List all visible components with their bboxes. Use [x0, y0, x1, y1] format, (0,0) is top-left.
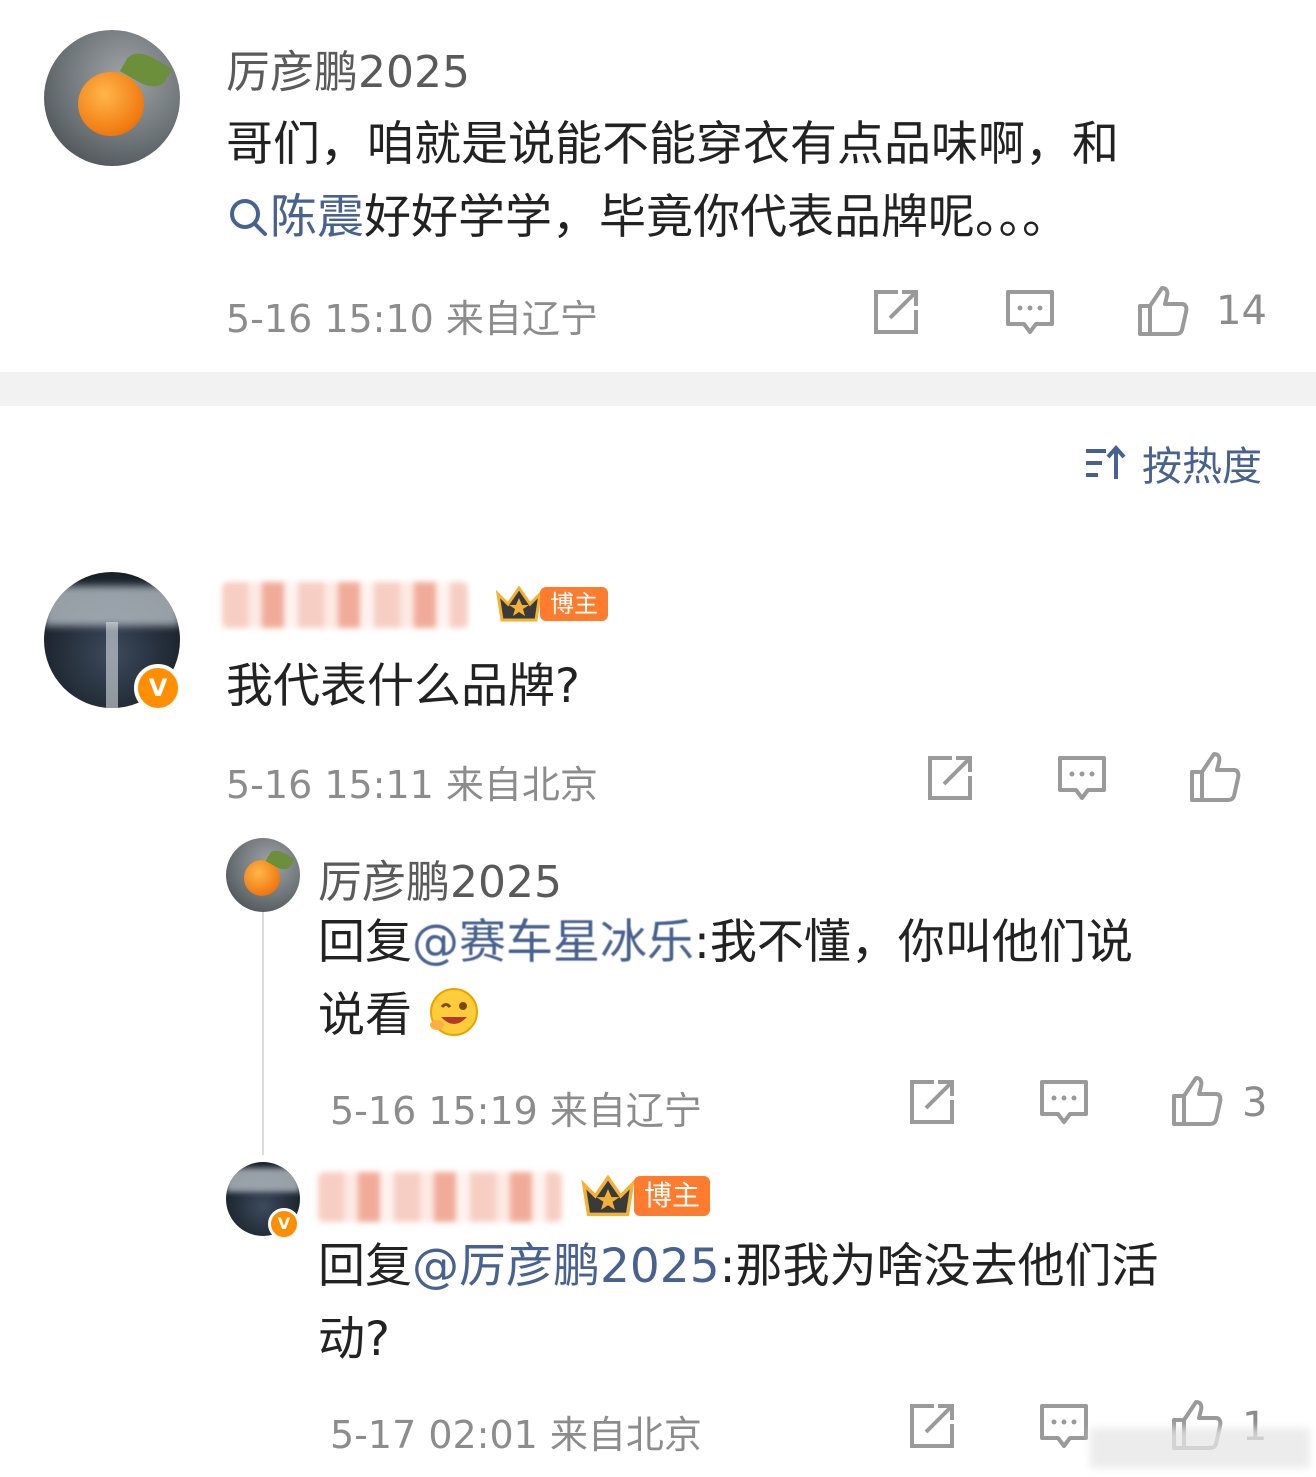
reply-line-1-text: :我不懂，你叫他们说: [694, 915, 1133, 970]
like-icon[interactable]: [1168, 1072, 1224, 1128]
reply-line-2: 动?: [318, 1312, 390, 1367]
grin-wink-emoji: [429, 988, 478, 1036]
crown-icon: [581, 1174, 635, 1217]
mention-link[interactable]: @赛车星冰乐: [412, 915, 694, 970]
like-icon[interactable]: [1186, 748, 1242, 804]
reply-prefix: 回复: [318, 1239, 412, 1294]
avatar[interactable]: [44, 30, 180, 166]
like-count: 3: [1242, 1080, 1268, 1126]
reply-text: 回复@赛车星冰乐:我不懂，你叫他们说 说看: [318, 906, 1238, 1052]
verified-badge: V: [268, 1208, 300, 1240]
comment-time: 5-16 15:10 来自辽宁: [226, 297, 598, 341]
share-icon[interactable]: [904, 1398, 960, 1454]
blurred-username[interactable]: [318, 1172, 562, 1222]
blogger-tag: 博主: [540, 587, 608, 621]
comment-line-1: 哥们，咱就是说能不能穿衣有点品味啊，和: [226, 117, 1119, 172]
blogger-badge: 博主: [494, 584, 608, 624]
share-icon[interactable]: [922, 750, 978, 806]
reply-line-2-text: 说看: [318, 988, 412, 1043]
reply-line-2: 说看: [318, 979, 1238, 1052]
comment-text: 我代表什么品牌?: [226, 659, 580, 714]
search-link[interactable]: 陈震: [226, 190, 364, 245]
share-icon[interactable]: [868, 284, 924, 340]
reply-line-1: 回复@厉彦鹏2025:那我为啥没去他们活: [318, 1230, 1258, 1303]
like-count: 14: [1216, 288, 1267, 334]
mention-link[interactable]: 陈震: [270, 190, 364, 245]
sort-icon: [1086, 444, 1126, 479]
reply-time: 5-16 15:19 来自辽宁: [330, 1089, 702, 1133]
sort-label: 按热度: [1142, 444, 1262, 490]
comment-icon[interactable]: [1054, 750, 1110, 806]
comment-icon[interactable]: [1036, 1074, 1092, 1130]
comment-line-2: 陈震好好学学，毕竟你代表品牌呢。。。: [226, 181, 1286, 254]
sort-button[interactable]: 按热度: [1084, 438, 1262, 490]
verified-badge: V: [134, 664, 182, 712]
comment-time: 5-16 15:11 来自北京: [226, 763, 598, 807]
reply-prefix: 回复: [318, 915, 412, 970]
orange-image: [78, 72, 144, 136]
blurred-username[interactable]: [222, 582, 468, 628]
comment-text: 哥们，咱就是说能不能穿衣有点品味啊，和 陈震好好学学，毕竟你代表品牌呢。。。: [226, 108, 1286, 254]
comment-line-2-text: 好好学学，毕竟你代表品牌呢。。。: [364, 190, 1069, 245]
reply-time: 5-17 02:01 来自北京: [330, 1413, 702, 1457]
share-icon[interactable]: [904, 1074, 960, 1130]
reply-author[interactable]: 厉彦鹏2025: [318, 846, 562, 910]
reply-text: 回复@厉彦鹏2025:那我为啥没去他们活 动?: [318, 1230, 1258, 1376]
reply-line-1-text: :那我为啥没去他们活: [719, 1239, 1159, 1294]
blogger-badge: 博主: [578, 1174, 711, 1217]
avatar-blur: [44, 586, 180, 626]
reply-line-1: 回复@赛车星冰乐:我不懂，你叫他们说: [318, 906, 1238, 979]
mention-link[interactable]: @厉彦鹏2025: [412, 1239, 720, 1294]
thread-line: [262, 910, 264, 1155]
avatar-blur: [226, 1168, 300, 1192]
comment-icon[interactable]: [1036, 1398, 1092, 1454]
car-stripe: [106, 622, 118, 708]
search-icon: [230, 199, 267, 236]
like-icon[interactable]: [1134, 282, 1190, 338]
comment-icon[interactable]: [1002, 284, 1058, 340]
blogger-tag: 博主: [634, 1176, 711, 1216]
crown-icon: [495, 585, 543, 622]
comment-author[interactable]: 厉彦鹏2025: [226, 36, 470, 100]
section-divider: [0, 372, 1316, 406]
watermark: [1090, 1428, 1310, 1468]
avatar[interactable]: [226, 838, 300, 912]
